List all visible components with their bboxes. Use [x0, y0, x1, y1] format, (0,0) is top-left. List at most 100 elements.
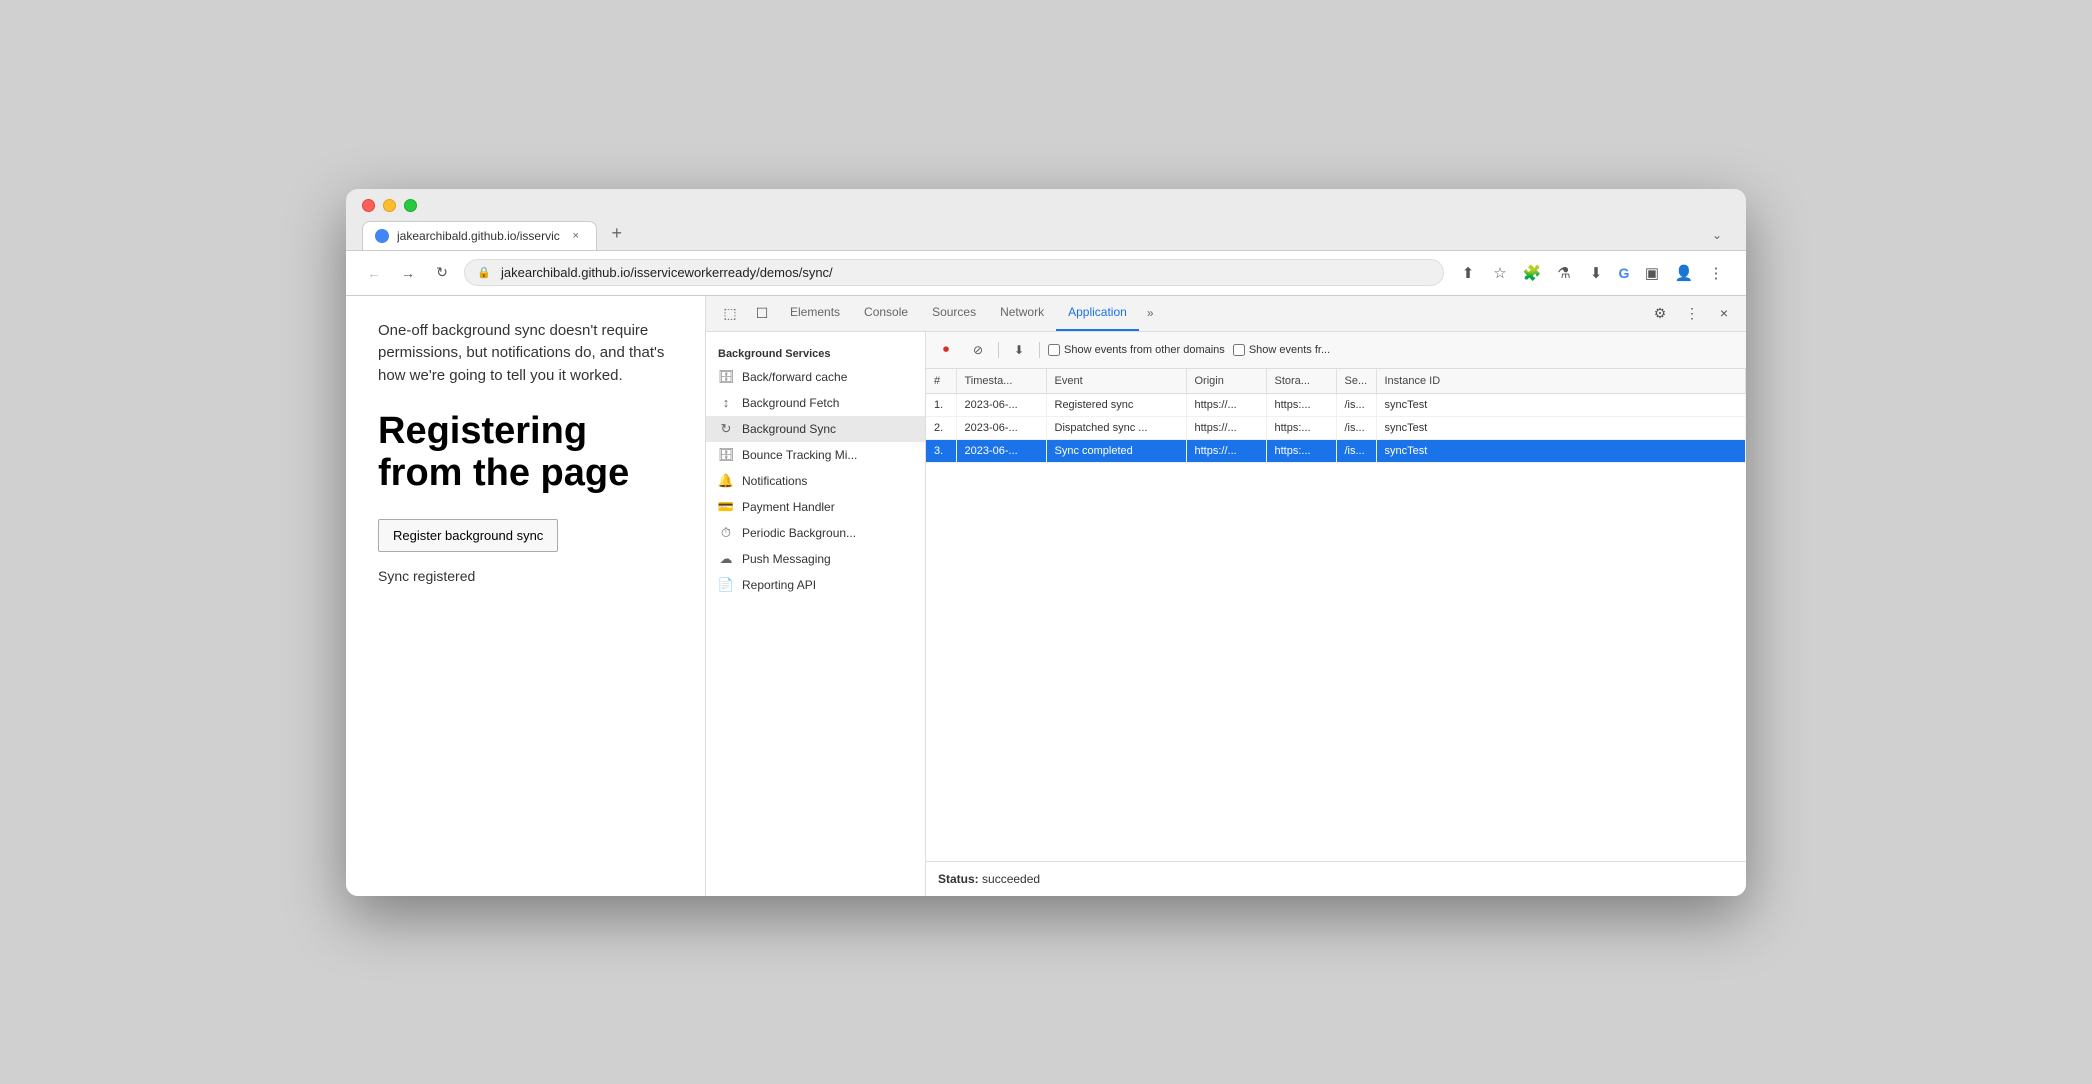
- clear-button[interactable]: ⊘: [966, 338, 990, 362]
- tab-title: jakearchibald.github.io/isservic: [397, 229, 560, 243]
- sidebar-item-bounce-tracking-mi--[interactable]: 🗄 Bounce Tracking Mi...: [706, 442, 925, 468]
- minimize-button[interactable]: [383, 199, 396, 212]
- back-button[interactable]: ←: [362, 261, 386, 285]
- table-row[interactable]: 3. 2023-06-... Sync completed https://..…: [926, 439, 1746, 462]
- sidebar-section-title: Background Services: [706, 340, 925, 364]
- browser-toolbar-icons: ⬆ ☆ 🧩 ⚗ ⬇ G ▣ 👤 ⋮: [1454, 259, 1730, 287]
- devtools-menu-icon[interactable]: ⋮: [1678, 299, 1706, 327]
- sidebar-item-label: Background Fetch: [742, 396, 839, 410]
- address-input[interactable]: 🔒 jakearchibald.github.io/isserviceworke…: [464, 259, 1444, 286]
- browser-menu-icon[interactable]: ⋮: [1702, 259, 1730, 287]
- show-events-checkbox-group[interactable]: Show events fr...: [1233, 344, 1330, 356]
- tab-application[interactable]: Application: [1056, 295, 1139, 331]
- sidebar-item-periodic-backgroun--[interactable]: ⏱ Periodic Backgroun...: [706, 520, 925, 546]
- sidebar-item-icon: 💳: [718, 499, 734, 515]
- cell-storage: https:...: [1266, 439, 1336, 462]
- forward-button[interactable]: →: [396, 261, 420, 285]
- events-table: # Timesta... Event Origin Stora... Se...…: [926, 369, 1746, 861]
- sidebar-item-icon: 🗄: [718, 369, 734, 385]
- close-button[interactable]: [362, 199, 375, 212]
- table-row[interactable]: 2. 2023-06-... Dispatched sync ... https…: [926, 416, 1746, 439]
- sidebar-item-icon: 🗄: [718, 447, 734, 463]
- cell-origin: https://...: [1186, 439, 1266, 462]
- table-row[interactable]: 1. 2023-06-... Registered sync https://.…: [926, 393, 1746, 416]
- col-timestamp: Timesta...: [956, 369, 1046, 394]
- sidebar-item-icon: ☁: [718, 551, 734, 567]
- address-bar: ← → ↻ 🔒 jakearchibald.github.io/isservic…: [346, 251, 1746, 296]
- toolbar-separator: [998, 342, 999, 358]
- cell-timestamp: 2023-06-...: [956, 416, 1046, 439]
- tab-console[interactable]: Console: [852, 295, 920, 331]
- refresh-button[interactable]: ↻: [430, 261, 454, 285]
- active-tab[interactable]: jakearchibald.github.io/isservic ×: [362, 221, 597, 250]
- lab-icon[interactable]: ⚗: [1550, 259, 1578, 287]
- devtools-inspect-icon[interactable]: ⬚: [714, 297, 746, 329]
- cell-storage: https:...: [1266, 416, 1336, 439]
- sidebar-item-label: Notifications: [742, 474, 807, 488]
- sidebar-item-label: Background Sync: [742, 422, 836, 436]
- tab-overflow-button[interactable]: ⌄: [1704, 224, 1730, 246]
- google-icon[interactable]: G: [1614, 263, 1634, 283]
- sidebar-item-label: Back/forward cache: [742, 370, 847, 384]
- col-origin: Origin: [1186, 369, 1266, 394]
- table-header-row: # Timesta... Event Origin Stora... Se...…: [926, 369, 1746, 394]
- sidebar-item-background-sync[interactable]: ↻ Background Sync: [706, 416, 925, 442]
- cell-instance-id: syncTest: [1376, 416, 1746, 439]
- new-tab-button[interactable]: +: [603, 220, 631, 248]
- sidebar-items: 🗄 Back/forward cache ↕ Background Fetch …: [706, 364, 925, 598]
- devtools-tab-overflow[interactable]: »: [1139, 306, 1162, 320]
- col-num: #: [926, 369, 956, 394]
- sidebar-item-notifications[interactable]: 🔔 Notifications: [706, 468, 925, 494]
- sidebar-item-label: Reporting API: [742, 578, 816, 592]
- maximize-button[interactable]: [404, 199, 417, 212]
- devtools-actions: ⚙ ⋮ ×: [1646, 299, 1738, 327]
- show-other-domains-checkbox-group[interactable]: Show events from other domains: [1048, 344, 1225, 356]
- sidebar-item-push-messaging[interactable]: ☁ Push Messaging: [706, 546, 925, 572]
- cell-storage: https:...: [1266, 393, 1336, 416]
- cell-instance-id: syncTest: [1376, 439, 1746, 462]
- download-button[interactable]: ⬇: [1007, 338, 1031, 362]
- sidebar-item-background-fetch[interactable]: ↕ Background Fetch: [706, 390, 925, 416]
- profile-icon[interactable]: 👤: [1670, 259, 1698, 287]
- background-sync-table: # Timesta... Event Origin Stora... Se...…: [926, 369, 1746, 463]
- sidebar-item-reporting-api[interactable]: 📄 Reporting API: [706, 572, 925, 598]
- col-instance-id: Instance ID: [1376, 369, 1746, 394]
- window-controls: [362, 199, 1730, 212]
- download-icon[interactable]: ⬇: [1582, 259, 1610, 287]
- status-label: Status:: [938, 872, 979, 886]
- record-button[interactable]: ⏺: [934, 338, 958, 362]
- sidebar-item-label: Periodic Backgroun...: [742, 526, 856, 540]
- address-path: /isserviceworkerready/demos/sync/: [630, 265, 832, 280]
- show-other-domains-checkbox[interactable]: [1048, 344, 1060, 356]
- sidebar-item-back-forward-cache[interactable]: 🗄 Back/forward cache: [706, 364, 925, 390]
- sync-status: Sync registered: [378, 568, 673, 584]
- sidebar-toggle-icon[interactable]: ▣: [1638, 259, 1666, 287]
- sidebar-item-icon: ↻: [718, 421, 734, 437]
- sidebar-item-payment-handler[interactable]: 💳 Payment Handler: [706, 494, 925, 520]
- devtools-body: Background Services 🗄 Back/forward cache…: [706, 332, 1746, 896]
- tab-network[interactable]: Network: [988, 295, 1056, 331]
- tab-close-button[interactable]: ×: [568, 228, 584, 244]
- cell-event: Sync completed: [1046, 439, 1186, 462]
- col-storage: Stora...: [1266, 369, 1336, 394]
- devtools-settings-icon[interactable]: ⚙: [1646, 299, 1674, 327]
- extension-icon[interactable]: 🧩: [1518, 259, 1546, 287]
- share-icon[interactable]: ⬆: [1454, 259, 1482, 287]
- main-content: One-off background sync doesn't require …: [346, 296, 1746, 896]
- sidebar-item-icon: 📄: [718, 577, 734, 593]
- devtools-close-icon[interactable]: ×: [1710, 299, 1738, 327]
- devtools-device-icon[interactable]: ☐: [746, 297, 778, 329]
- status-area: Status: succeeded: [926, 861, 1746, 896]
- show-events-checkbox[interactable]: [1233, 344, 1245, 356]
- sidebar-item-icon: ↕: [718, 395, 734, 411]
- tab-sources[interactable]: Sources: [920, 295, 988, 331]
- cell-num: 1.: [926, 393, 956, 416]
- title-bar: jakearchibald.github.io/isservic × + ⌄: [346, 189, 1746, 251]
- cell-se: /is...: [1336, 439, 1376, 462]
- register-sync-button[interactable]: Register background sync: [378, 519, 558, 552]
- col-se: Se...: [1336, 369, 1376, 394]
- cell-se: /is...: [1336, 416, 1376, 439]
- tab-elements[interactable]: Elements: [778, 295, 852, 331]
- bookmark-icon[interactable]: ☆: [1486, 259, 1514, 287]
- cell-event: Registered sync: [1046, 393, 1186, 416]
